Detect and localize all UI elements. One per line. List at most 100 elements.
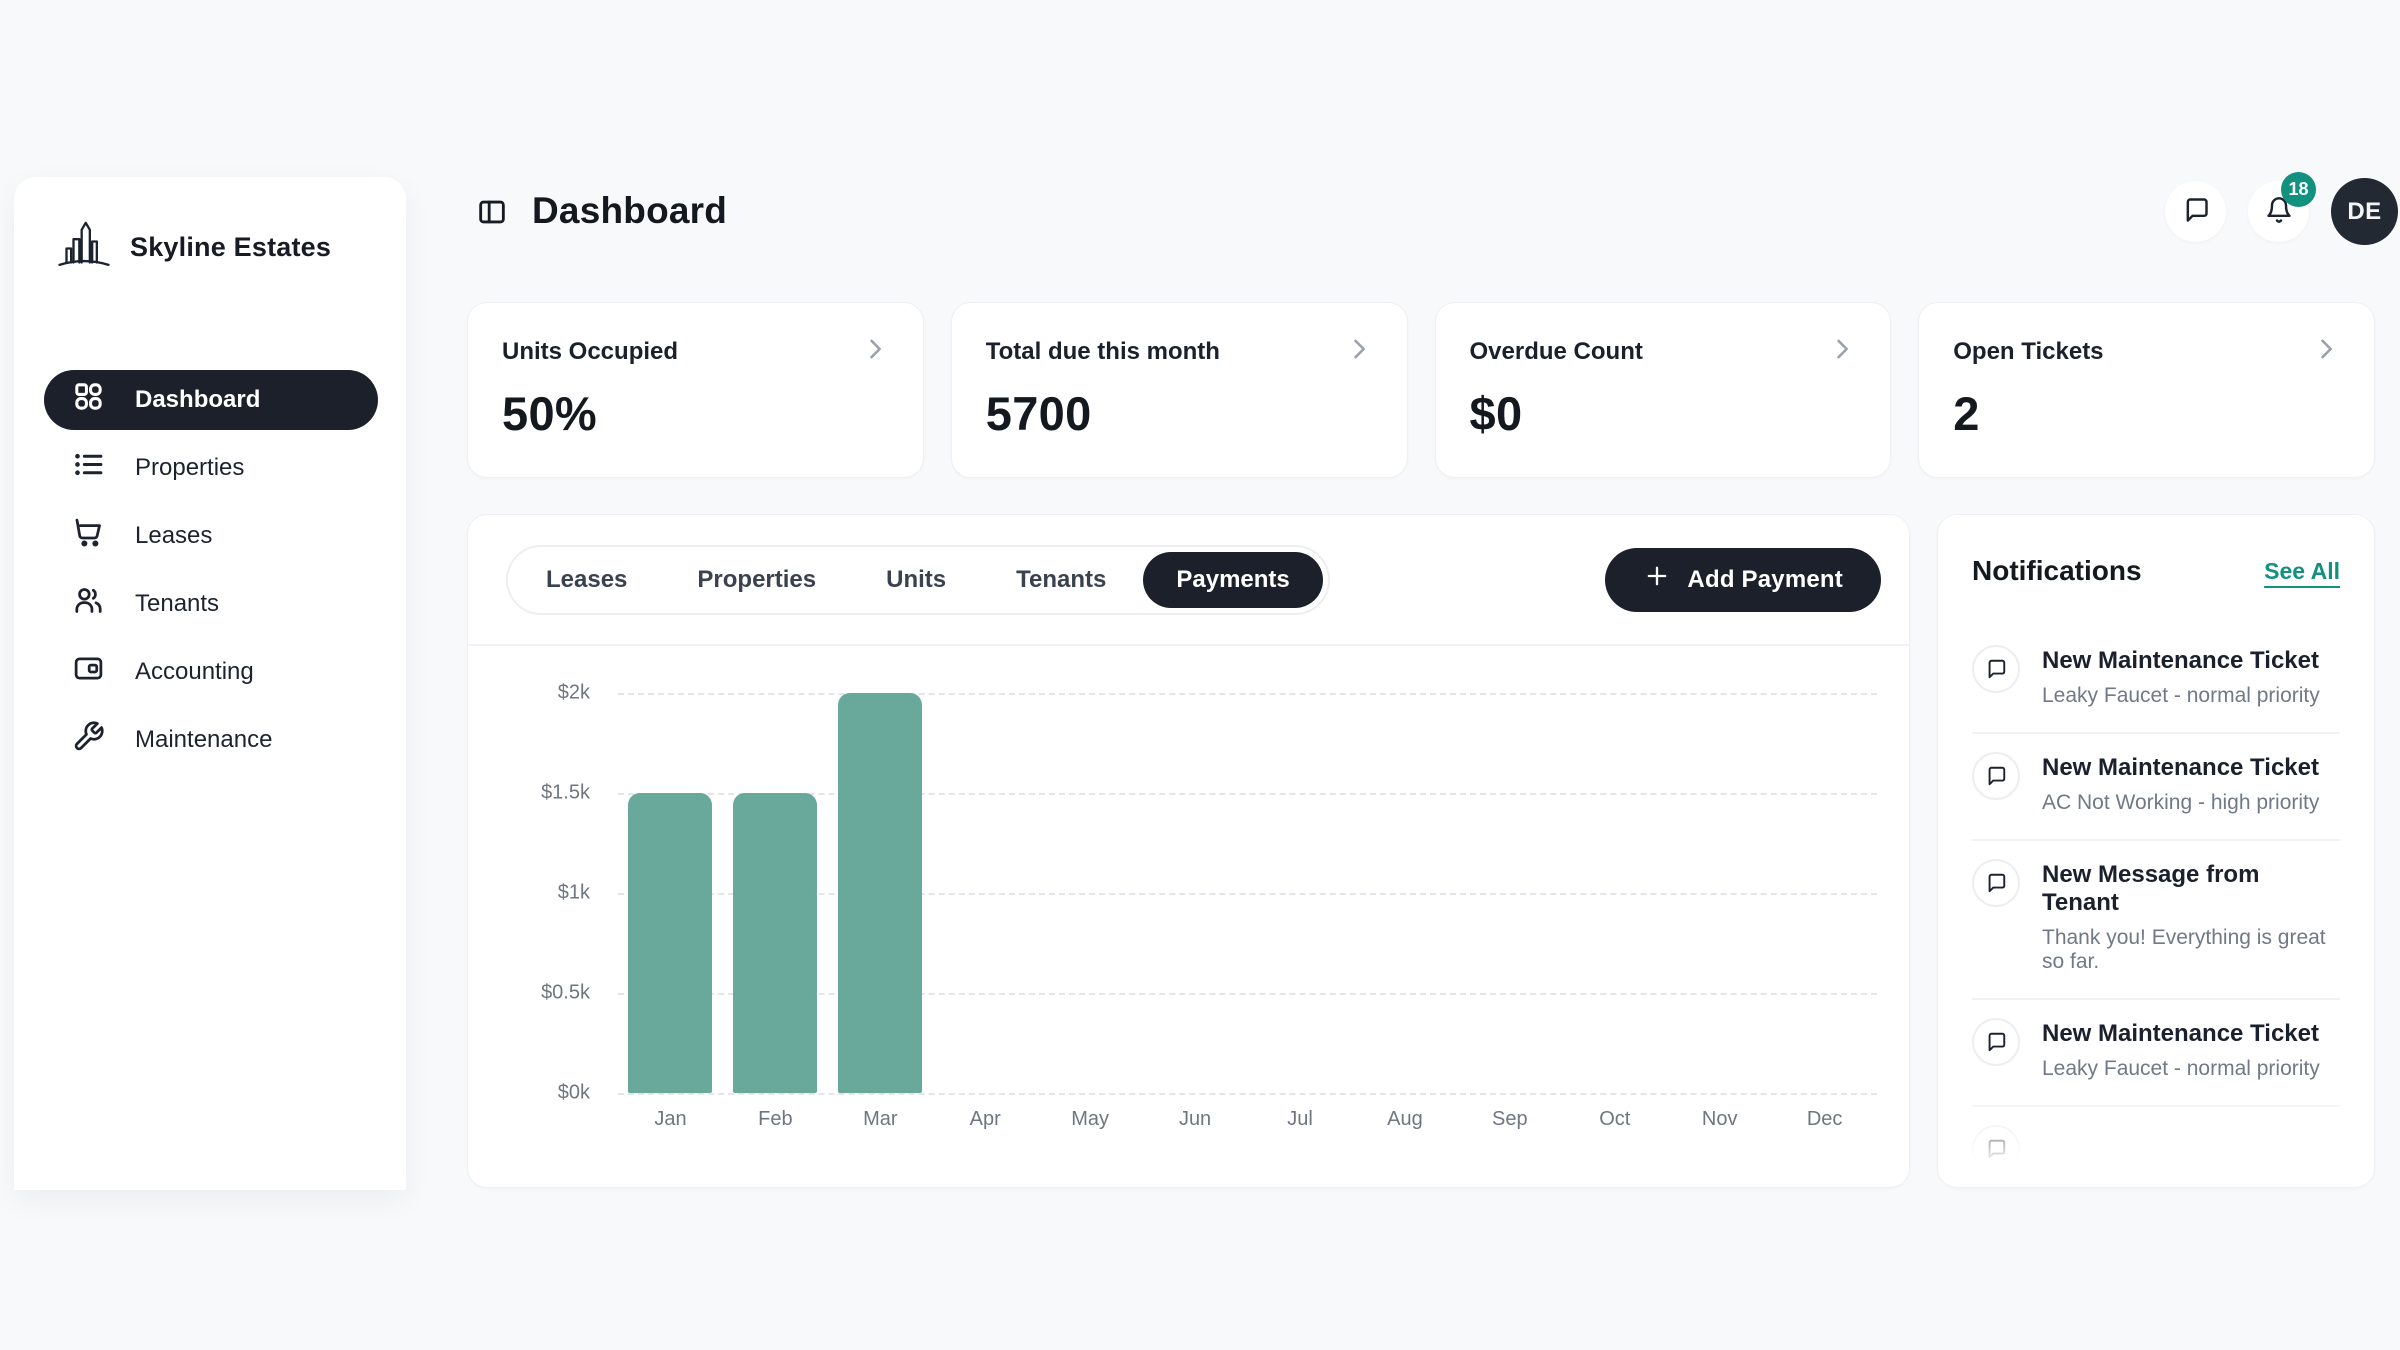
notification-subtitle: AC Not Working - high priority [2042, 791, 2319, 815]
tab-tenants[interactable]: Tenants [983, 552, 1139, 608]
notifications-panel: Notifications See All New Maintenance Ti… [1937, 514, 2375, 1188]
chart-x-tick-label: Aug [1352, 1108, 1457, 1131]
chart-y-tick-label: $0.5k [468, 982, 590, 1005]
notifications-list: New Maintenance Ticket Leaky Faucet - nor… [1972, 627, 2340, 1188]
sidebar-item-label: Dashboard [135, 386, 260, 414]
chart-x-axis-labels: JanFebMarAprMayJunJulAugSepOctNovDec [618, 1108, 1877, 1131]
chart-y-tick-label: $1.5k [468, 782, 590, 805]
chart-gridline [618, 693, 1877, 695]
notification-subtitle: Leaky Faucet - normal priority [2042, 1057, 2320, 1081]
notification-item-partial [1972, 1107, 2340, 1188]
bar-jan [628, 793, 712, 1093]
notification-item[interactable]: New Maintenance Ticket AC Not Working - h… [1972, 734, 2340, 841]
notification-title: New Maintenance Ticket [2042, 647, 2320, 675]
add-payment-button[interactable]: Add Payment [1605, 548, 1881, 612]
dashboard-page: Skyline Estates DashboardPropertiesLease… [0, 0, 2400, 1350]
chart-x-tick-label: Sep [1457, 1108, 1562, 1131]
sidebar-item-leases[interactable]: Leases [44, 506, 378, 566]
chart-x-tick-label: Oct [1562, 1108, 1667, 1131]
see-all-link[interactable]: See All [2264, 558, 2340, 585]
chart-y-tick-label: $2k [468, 682, 590, 705]
wallet-icon [72, 652, 105, 692]
chart-plot-area: $0k$0.5k$1k$1.5k$2k [618, 693, 1877, 1093]
chat-bubble-icon [1972, 1018, 2020, 1066]
sidebar-nav: Dashboard Properties Leases Tenants Accounti… [44, 370, 378, 770]
bar-feb [733, 793, 817, 1093]
tab-leases[interactable]: Leases [513, 552, 660, 608]
payments-bar-chart: $0k$0.5k$1k$1.5k$2k JanFebMarAprMayJunJu… [468, 646, 1909, 1187]
stat-card-units-occupied[interactable]: Units Occupied50% [467, 302, 924, 478]
stat-card-label: Overdue Count [1470, 338, 1643, 366]
stat-card-label: Units Occupied [502, 338, 678, 366]
brand-name: Skyline Estates [130, 232, 331, 263]
notification-item[interactable]: New Maintenance Ticket Leaky Faucet - nor… [1972, 1000, 2340, 1107]
bar-mar [838, 693, 922, 1093]
chevron-right-icon [1345, 335, 1373, 368]
avatar[interactable]: DE [2331, 178, 2398, 245]
cart-icon [72, 516, 105, 556]
tab-units[interactable]: Units [853, 552, 979, 608]
sidebar-item-label: Leases [135, 522, 212, 550]
tab-payments[interactable]: Payments [1143, 552, 1322, 608]
main-panel: LeasesPropertiesUnitsTenantsPayments Add… [467, 514, 1910, 1188]
chat-bubble-icon [1972, 859, 2020, 907]
tab-properties[interactable]: Properties [664, 552, 849, 608]
notification-item[interactable]: New Maintenance Ticket Leaky Faucet - nor… [1972, 627, 2340, 734]
sidebar-item-label: Tenants [135, 590, 219, 618]
messages-button[interactable] [2165, 181, 2226, 242]
notifications-title: Notifications [1972, 555, 2142, 587]
wrench-icon [72, 720, 105, 760]
chart-x-tick-label: Jul [1248, 1108, 1353, 1131]
chart-x-tick-label: Mar [828, 1108, 933, 1131]
chart-y-tick-label: $1k [468, 882, 590, 905]
sidebar-item-label: Properties [135, 454, 244, 482]
panel-header: LeasesPropertiesUnitsTenantsPayments Add… [468, 515, 1909, 646]
stat-card-overdue-count[interactable]: Overdue Count $0 [1435, 302, 1892, 478]
chart-y-tick-label: $0k [468, 1082, 590, 1105]
sidebar-toggle-button[interactable] [472, 193, 512, 233]
plus-icon [1643, 562, 1671, 597]
notification-count-badge: 18 [2281, 172, 2316, 207]
page-header: Dashboard 18 DE [467, 178, 2400, 248]
chevron-right-icon [1828, 335, 1856, 368]
notification-title: New Maintenance Ticket [2042, 754, 2319, 782]
chart-x-tick-label: Jun [1143, 1108, 1248, 1131]
sidebar: Skyline Estates Dashboard Properties Lease… [14, 177, 406, 1190]
stat-card-label: Open Tickets [1953, 338, 2103, 366]
add-payment-label: Add Payment [1687, 566, 1843, 594]
stat-card-value: 5700 [986, 386, 1373, 441]
tab-group: LeasesPropertiesUnitsTenantsPayments [506, 545, 1330, 615]
chevron-right-icon [2312, 335, 2340, 368]
notifications-header: Notifications See All [1972, 555, 2340, 587]
stat-card-value: 2 [1953, 386, 2340, 441]
stat-cards-row: Units Occupied50% Total due this month 570… [467, 302, 2375, 478]
chart-x-tick-label: Apr [933, 1108, 1038, 1131]
sidebar-item-dashboard[interactable]: Dashboard [44, 370, 378, 430]
chart-x-tick-label: May [1038, 1108, 1143, 1131]
brand: Skyline Estates [56, 217, 378, 278]
sidebar-item-maintenance[interactable]: Maintenance [44, 710, 378, 770]
skyline-buildings-icon [56, 217, 112, 278]
notification-title: New Message from Tenant [2042, 861, 2340, 917]
stat-card-label: Total due this month [986, 338, 1220, 366]
notification-title: New Maintenance Ticket [2042, 1020, 2320, 1048]
list-icon [72, 448, 105, 488]
stat-card-value: $0 [1470, 386, 1857, 441]
sidebar-item-label: Accounting [135, 658, 254, 686]
notifications-button[interactable]: 18 [2248, 181, 2309, 242]
grid-icon [72, 380, 105, 420]
notification-subtitle: Leaky Faucet - normal priority [2042, 684, 2320, 708]
chevron-right-icon [861, 335, 889, 368]
chat-bubble-icon [2182, 196, 2210, 227]
sidebar-item-properties[interactable]: Properties [44, 438, 378, 498]
header-actions: 18 DE [2165, 178, 2398, 245]
stat-card-total-due-this-month[interactable]: Total due this month 5700 [951, 302, 1408, 478]
sidebar-item-accounting[interactable]: Accounting [44, 642, 378, 702]
sidebar-item-tenants[interactable]: Tenants [44, 574, 378, 634]
notification-item[interactable]: New Message from Tenant Thank you! Everyt… [1972, 841, 2340, 1000]
chart-x-tick-label: Dec [1772, 1108, 1877, 1131]
chart-x-tick-label: Jan [618, 1108, 723, 1131]
notification-subtitle: Thank you! Everything is great so far. [2042, 926, 2340, 974]
chat-bubble-icon [1972, 752, 2020, 800]
stat-card-open-tickets[interactable]: Open Tickets 2 [1918, 302, 2375, 478]
